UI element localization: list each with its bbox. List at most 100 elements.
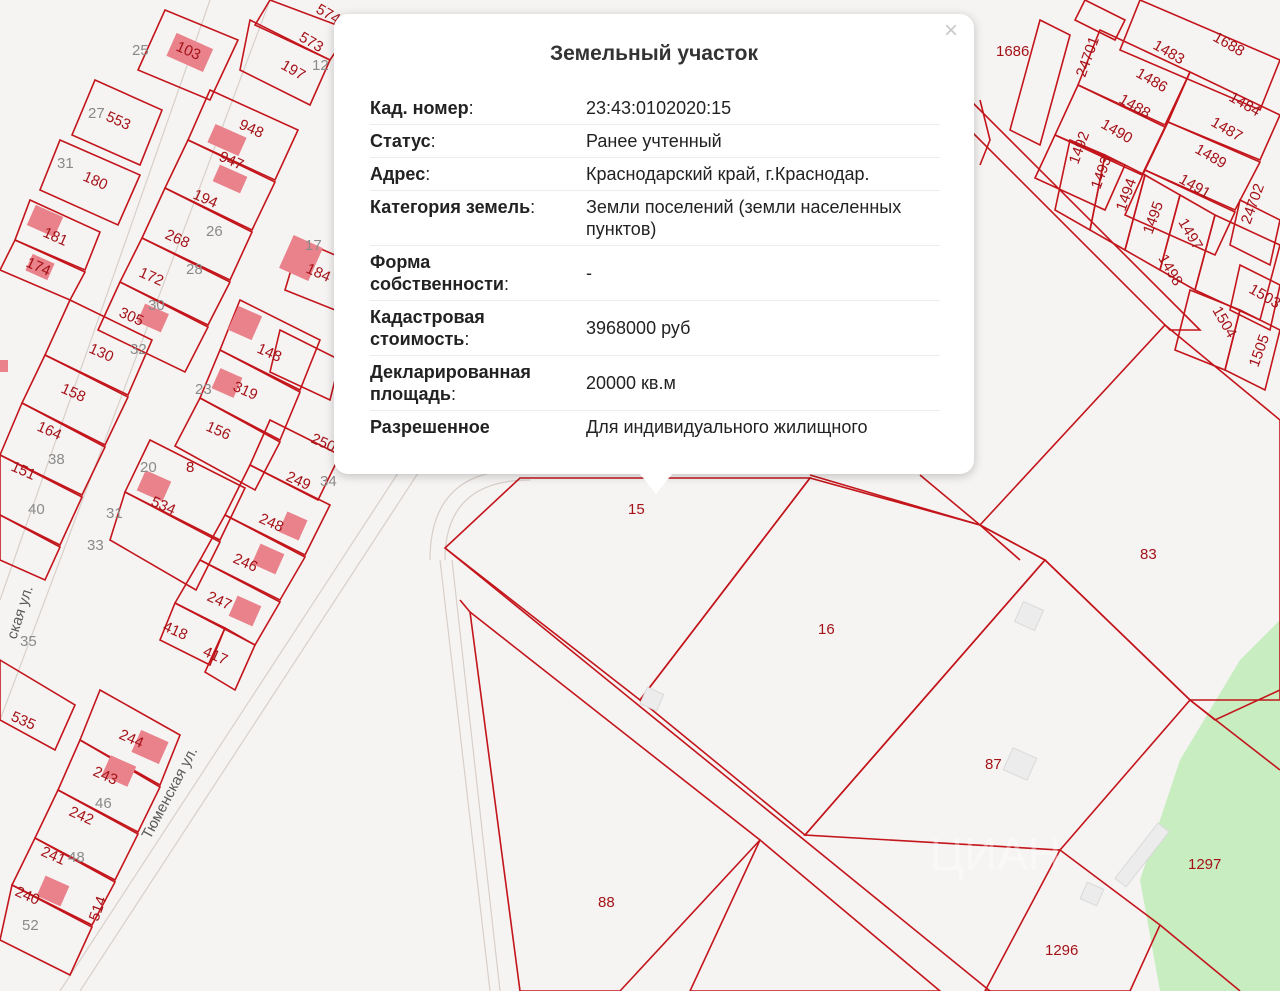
land-plot-popup: × Земельный участок Кад. номер: 23:43:01… — [334, 14, 974, 494]
svg-text:172: 172 — [136, 264, 166, 290]
info-row-ownership: Форма собственности: - — [370, 245, 940, 301]
info-value: - — [586, 245, 940, 301]
svg-text:417: 417 — [200, 643, 230, 669]
svg-text:32: 32 — [130, 341, 147, 358]
watermark: ЦИАН — [930, 828, 1061, 880]
svg-text:31: 31 — [57, 155, 74, 172]
svg-text:151: 151 — [8, 458, 38, 484]
svg-text:25: 25 — [132, 42, 149, 59]
svg-text:1497: 1497 — [1175, 216, 1206, 253]
info-row-permitted-use: Разрешенное Для индивидуального жилищног… — [370, 411, 940, 444]
svg-text:28: 28 — [186, 261, 203, 278]
svg-text:48: 48 — [68, 849, 85, 866]
svg-text:15: 15 — [628, 501, 645, 518]
svg-text:194: 194 — [190, 186, 220, 212]
info-key: Форма собственности — [370, 252, 504, 294]
svg-text:156: 156 — [203, 418, 233, 444]
svg-text:8: 8 — [186, 459, 194, 476]
info-key-colon: : — [468, 98, 474, 118]
info-key-colon: : — [430, 131, 436, 151]
svg-text:1483: 1483 — [1150, 37, 1187, 68]
svg-text:17: 17 — [305, 237, 322, 254]
svg-text:1490: 1490 — [1098, 116, 1135, 147]
info-value: 20000 кв.м — [586, 355, 940, 411]
info-row-category: Категория земель: Земли поселений (земли… — [370, 190, 940, 246]
info-value: Земли поселений (земли населенных пункто… — [586, 190, 940, 246]
svg-text:83: 83 — [1140, 546, 1157, 563]
svg-text:31: 31 — [106, 505, 123, 522]
svg-text:181: 181 — [40, 224, 70, 250]
svg-text:52: 52 — [22, 917, 39, 934]
svg-text:87: 87 — [985, 756, 1002, 773]
info-key-colon: : — [450, 384, 456, 404]
svg-text:1493: 1493 — [1088, 154, 1115, 191]
svg-text:148: 148 — [254, 340, 284, 366]
svg-text:30: 30 — [148, 297, 165, 314]
svg-text:247: 247 — [204, 588, 234, 614]
info-key: Адрес — [370, 164, 426, 184]
svg-text:246: 246 — [230, 550, 260, 576]
svg-text:88: 88 — [598, 894, 615, 911]
popup-pointer — [640, 474, 672, 494]
svg-text:46: 46 — [95, 795, 112, 812]
svg-text:535: 535 — [8, 708, 38, 734]
info-value: Для индивидуального жилищного — [586, 417, 868, 437]
svg-text:180: 180 — [80, 168, 110, 194]
svg-text:16: 16 — [818, 621, 835, 638]
svg-text:573: 573 — [296, 29, 326, 56]
svg-text:534: 534 — [148, 493, 178, 519]
svg-text:20: 20 — [140, 459, 157, 476]
info-value: Ранее учтенный — [586, 124, 940, 158]
svg-text:158: 158 — [58, 380, 88, 406]
buildings-left — [0, 32, 323, 907]
info-key: Статус — [370, 131, 431, 151]
info-key-colon: : — [503, 274, 509, 294]
plot-info-table: Кад. номер: 23:43:0102020:15 Статус: Ран… — [370, 92, 940, 443]
info-row-cad-number: Кад. номер: 23:43:0102020:15 — [370, 92, 940, 125]
svg-text:38: 38 — [48, 451, 65, 468]
info-value: Краснодарский край, г.Краснодар. — [586, 157, 940, 191]
buildings-light — [639, 600, 1170, 907]
svg-text:12: 12 — [312, 57, 329, 74]
info-value: 3968000 руб — [586, 300, 940, 356]
svg-text:418: 418 — [160, 618, 190, 644]
svg-text:1297: 1297 — [1188, 856, 1221, 873]
svg-text:241: 241 — [38, 843, 68, 869]
svg-text:1686: 1686 — [996, 43, 1029, 60]
info-key: Разрешенное — [370, 417, 490, 437]
svg-text:34: 34 — [320, 473, 337, 490]
info-row-cadastral-cost: Кадастровая стоимость: 3968000 руб — [370, 300, 940, 356]
park-area — [1140, 620, 1280, 991]
svg-text:35: 35 — [20, 633, 37, 650]
svg-text:1688: 1688 — [1210, 29, 1247, 60]
svg-text:1296: 1296 — [1045, 942, 1078, 959]
svg-text:24701: 24701 — [1073, 34, 1103, 79]
svg-text:319: 319 — [230, 378, 260, 404]
info-value: 23:43:0102020:15 — [586, 92, 940, 125]
svg-text:33: 33 — [87, 537, 104, 554]
info-row-address: Адрес: Краснодарский край, г.Краснодар. — [370, 157, 940, 191]
svg-text:240: 240 — [12, 883, 42, 909]
info-key: Категория земель — [370, 197, 531, 217]
info-key: Кад. номер — [370, 98, 469, 118]
svg-text:184: 184 — [303, 260, 333, 286]
svg-text:130: 130 — [86, 340, 116, 366]
svg-text:27: 27 — [88, 105, 105, 122]
close-icon[interactable]: × — [940, 19, 962, 43]
svg-text:1495: 1495 — [1140, 199, 1167, 236]
svg-text:1505: 1505 — [1246, 332, 1273, 369]
info-key-colon: : — [425, 164, 431, 184]
svg-text:305: 305 — [116, 304, 146, 330]
info-key-colon: : — [464, 329, 470, 349]
svg-text:249: 249 — [283, 468, 313, 494]
svg-text:24702: 24702 — [1238, 181, 1268, 226]
popup-title: Земельный участок — [550, 42, 758, 65]
svg-text:26: 26 — [206, 223, 223, 240]
info-key-colon: : — [530, 197, 536, 217]
info-row-status: Статус: Ранее учтенный — [370, 124, 940, 158]
svg-text:23: 23 — [195, 381, 212, 398]
svg-text:40: 40 — [28, 501, 45, 518]
svg-text:268: 268 — [162, 226, 192, 252]
svg-text:197: 197 — [278, 57, 308, 84]
svg-text:1484: 1484 — [1226, 89, 1263, 120]
